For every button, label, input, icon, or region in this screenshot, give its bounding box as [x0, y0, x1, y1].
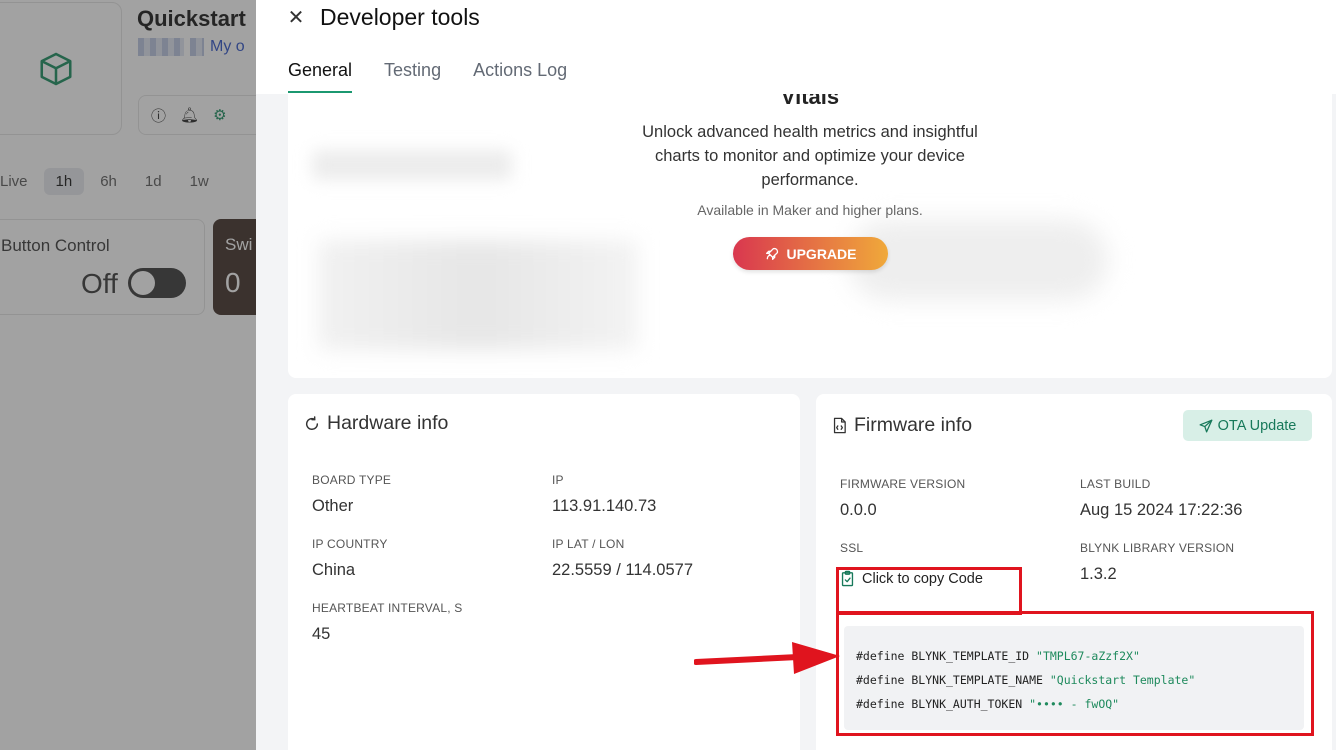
- upgrade-label: UPGRADE: [786, 245, 857, 262]
- vitals-description: Unlock advanced health metrics and insig…: [642, 123, 978, 189]
- refresh-icon: [305, 415, 319, 430]
- board-type-value: Other: [312, 497, 354, 515]
- blurred-preview: [318, 240, 638, 350]
- firmware-info-panel: Firmware info OTA Update FIRMWARE VERSIO…: [816, 394, 1332, 750]
- firmware-version-value: 0.0.0: [840, 501, 877, 519]
- library-version-value: 1.3.2: [1080, 565, 1117, 583]
- code-line: #define BLYNK_AUTH_TOKEN "•••• - fwOQ": [856, 697, 1120, 711]
- rocket-icon: [766, 247, 779, 260]
- last-build-label: LAST BUILD: [1080, 477, 1151, 491]
- hardware-info-panel: Hardware info BOARD TYPE Other IP 113.91…: [288, 394, 800, 750]
- code-line: #define BLYNK_TEMPLATE_NAME "Quickstart …: [856, 673, 1196, 687]
- ota-update-button[interactable]: OTA Update: [1183, 410, 1312, 441]
- send-icon: [1199, 419, 1213, 432]
- tab-actions-log[interactable]: Actions Log: [473, 60, 567, 93]
- vitals-plan-note: Available in Maker and higher plans.: [697, 202, 923, 218]
- vitals-card: Vitals Unlock advanced health metrics an…: [288, 60, 1332, 378]
- firmware-info-title: Firmware info: [854, 414, 973, 436]
- ota-update-label: OTA Update: [1217, 417, 1297, 434]
- copy-code-label: Click to copy Code: [862, 570, 983, 587]
- tab-general[interactable]: General: [288, 60, 353, 93]
- board-type-label: BOARD TYPE: [312, 473, 392, 487]
- tab-testing[interactable]: Testing: [384, 60, 441, 93]
- panel-title: Firmware info: [832, 414, 972, 437]
- ip-latlon-label: IP LAT / LON: [552, 537, 625, 551]
- code-line: #define BLYNK_TEMPLATE_ID "TMPL67-aZzf2X…: [856, 649, 1140, 663]
- ip-country-label: IP COUNTRY: [312, 537, 388, 551]
- copy-code-button[interactable]: Click to copy Code: [840, 570, 983, 587]
- clipboard-check-icon: [841, 570, 854, 587]
- heartbeat-label: HEARTBEAT INTERVAL, S: [312, 601, 463, 615]
- developer-tools-drawer: ✕ Developer tools General Testing Action…: [256, 0, 1336, 750]
- drawer-title: Developer tools: [320, 4, 480, 30]
- firmware-version-label: FIRMWARE VERSION: [840, 477, 966, 491]
- tab-bar: General Testing Actions Log: [288, 60, 567, 93]
- panel-title: Hardware info: [304, 412, 448, 435]
- ip-latlon-value: 22.5559 / 114.0577: [552, 561, 693, 579]
- ip-value: 113.91.140.73: [552, 497, 657, 515]
- ip-label: IP: [552, 473, 564, 487]
- library-version-label: BLYNK LIBRARY VERSION: [1080, 541, 1235, 555]
- ip-country-value: China: [312, 561, 356, 579]
- blurred-preview: [312, 150, 512, 180]
- ssl-label: SSL: [840, 541, 864, 555]
- firmware-code-block[interactable]: #define BLYNK_TEMPLATE_ID "TMPL67-aZzf2X…: [844, 626, 1304, 730]
- last-build-value: Aug 15 2024 17:22:36: [1080, 501, 1243, 519]
- heartbeat-value: 45: [312, 625, 331, 643]
- hardware-info-title: Hardware info: [327, 412, 449, 434]
- upgrade-button[interactable]: UPGRADE: [733, 237, 888, 270]
- drawer-header: ✕ Developer tools General Testing Action…: [256, 0, 1336, 94]
- file-code-icon: [833, 417, 846, 434]
- close-icon[interactable]: ✕: [286, 8, 306, 28]
- blurred-preview: [848, 220, 1108, 300]
